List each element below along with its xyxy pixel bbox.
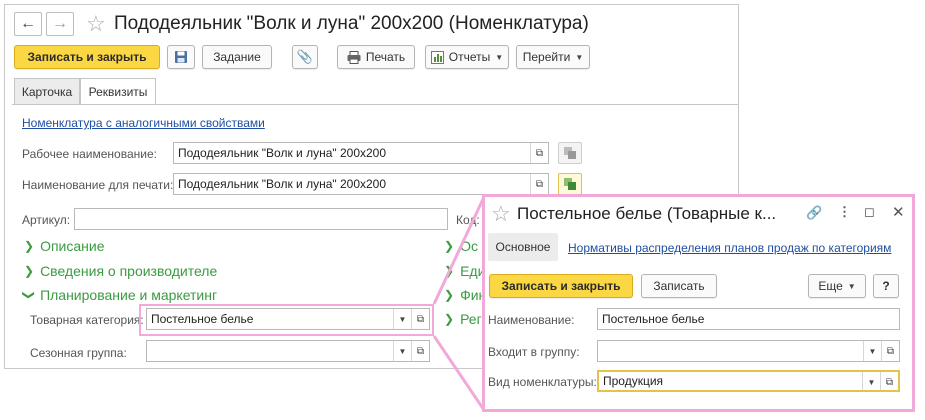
more-vertical-icon[interactable]: ⋮: [838, 204, 851, 220]
link-icon[interactable]: 🔗: [806, 205, 822, 221]
dropdown-icon[interactable]: ▼: [862, 372, 880, 390]
popup-kind-label: Вид номенклатуры:: [488, 375, 597, 389]
popup-save-button[interactable]: Записать: [641, 274, 717, 298]
norms-link[interactable]: Нормативы распределения планов продаж по…: [568, 241, 891, 255]
popup-title: Постельное белье (Товарные к...: [517, 204, 777, 223]
popup-more-label: Еще: [818, 279, 843, 293]
popup-group-label: Входит в группу:: [488, 345, 580, 359]
maximize-icon[interactable]: ◻: [864, 204, 875, 220]
popup-save-close-button[interactable]: Записать и закрыть: [489, 274, 633, 298]
favorite-star-icon[interactable]: ☆: [491, 203, 511, 225]
popup-name-input[interactable]: Постельное белье: [597, 308, 900, 330]
open-icon[interactable]: ⧉: [881, 341, 899, 361]
close-icon[interactable]: ✕: [892, 203, 905, 221]
popup-more-button[interactable]: Еще ▼: [808, 274, 866, 298]
open-icon[interactable]: ⧉: [880, 372, 898, 390]
popup-kind-value: Продукция: [603, 374, 664, 388]
popup-name-label: Наименование:: [488, 313, 575, 327]
popup-kind-select[interactable]: Продукция ▼ ⧉: [597, 370, 900, 392]
caret-down-icon: ▼: [847, 281, 856, 291]
dropdown-icon[interactable]: ▼: [863, 341, 881, 361]
popup-group-select[interactable]: ▼ ⧉: [597, 340, 900, 362]
popup-tab-main[interactable]: Основное: [488, 233, 558, 261]
help-button[interactable]: ?: [873, 274, 899, 298]
